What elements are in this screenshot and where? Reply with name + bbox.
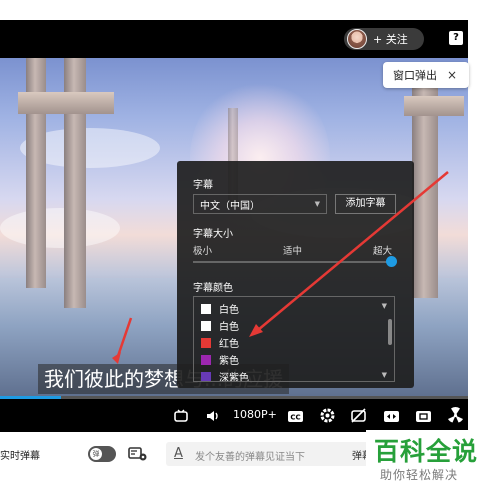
danmaku-input[interactable]: A 发个友善的弹幕见证当下 (166, 442, 372, 466)
color-option-purple[interactable]: 紫色 (201, 352, 239, 367)
popout-button[interactable]: 窗口弹出 × (383, 62, 469, 88)
volume-icon[interactable] (205, 408, 221, 426)
danmaku-placeholder: 发个友善的弹幕见证当下 (195, 452, 305, 463)
text-style-icon[interactable]: A (174, 446, 183, 461)
color-option-white[interactable]: 白色 (201, 301, 239, 316)
subtitle-color-list[interactable]: ▼ 白色 白色 红色 紫色 深紫色 ▼ (193, 296, 395, 382)
svg-text:CC: CC (290, 414, 300, 422)
tv-icon[interactable] (173, 408, 189, 426)
top-strip (0, 0, 500, 20)
widescreen-icon[interactable] (383, 408, 400, 426)
slider-knob[interactable] (386, 256, 397, 267)
size-label-small: 极小 (193, 246, 213, 257)
chevron-down-icon: ▼ (381, 371, 387, 379)
pillar-beam (18, 92, 114, 114)
size-label-medium: 适中 (283, 246, 303, 257)
cloud (0, 208, 120, 248)
subtitle-title: 字幕 (193, 180, 213, 191)
color-option-deep-purple[interactable]: 深紫色 (201, 369, 249, 382)
color-label: 深紫色 (219, 373, 249, 382)
color-list-scrollbar[interactable] (388, 319, 392, 345)
watermark-subtitle: 助你轻松解决 (380, 468, 459, 482)
danmaku-settings-icon[interactable] (128, 446, 148, 462)
fullscreen-icon[interactable] (415, 408, 432, 426)
color-label: 白色 (219, 322, 239, 333)
subtitle-size-slider[interactable] (193, 256, 397, 267)
subtitle-language-select[interactable]: 中文（中国） ▼ (193, 194, 327, 214)
color-swatch (201, 337, 211, 348)
color-label: 红色 (219, 339, 239, 350)
watermark-title: 百科全说 (374, 437, 479, 466)
color-swatch (201, 303, 211, 314)
quality-selector[interactable]: 1080P+ (233, 408, 277, 421)
avatar (347, 29, 367, 49)
add-subtitle-button[interactable]: 添加字幕 (335, 194, 396, 214)
follow-button[interactable]: + 关注 (344, 28, 424, 50)
radiation-icon[interactable] (447, 407, 464, 425)
color-label: 紫色 (219, 356, 239, 367)
no-danmaku-icon[interactable] (350, 407, 367, 425)
subtitle-color-title: 字幕颜色 (193, 283, 233, 294)
subtitle-size-title: 字幕大小 (193, 229, 233, 240)
language-value: 中文（中国） (200, 200, 260, 212)
toggle-knob: 弹 (90, 448, 102, 460)
size-label-large: 超大 (373, 246, 393, 257)
color-swatch (201, 371, 211, 381)
chevron-down-icon: ▼ (314, 200, 320, 208)
chevron-down-icon: ▼ (381, 302, 387, 310)
color-swatch (201, 354, 211, 365)
close-icon[interactable]: × (447, 68, 457, 82)
color-option-red[interactable]: 红色 (201, 335, 239, 350)
cc-icon[interactable]: CC (287, 408, 304, 426)
pillar (26, 38, 46, 288)
pillar-beam (404, 96, 464, 116)
settings-icon[interactable] (319, 407, 336, 425)
subtitle-settings-panel: 字幕 中文（中国） ▼ 添加字幕 字幕大小 极小 适中 超大 字幕颜色 ▼ 白色… (177, 161, 414, 388)
realtime-danmaku-label: 实时弹幕 (0, 451, 40, 462)
color-label: 白色 (219, 305, 239, 316)
color-option-white[interactable]: 白色 (201, 318, 239, 333)
follow-label: + 关注 (373, 33, 408, 46)
danmaku-toggle[interactable]: 弹 (88, 446, 116, 462)
help-icon[interactable]: ? (449, 31, 463, 45)
popout-label: 窗口弹出 (393, 69, 437, 82)
color-swatch (201, 320, 211, 331)
